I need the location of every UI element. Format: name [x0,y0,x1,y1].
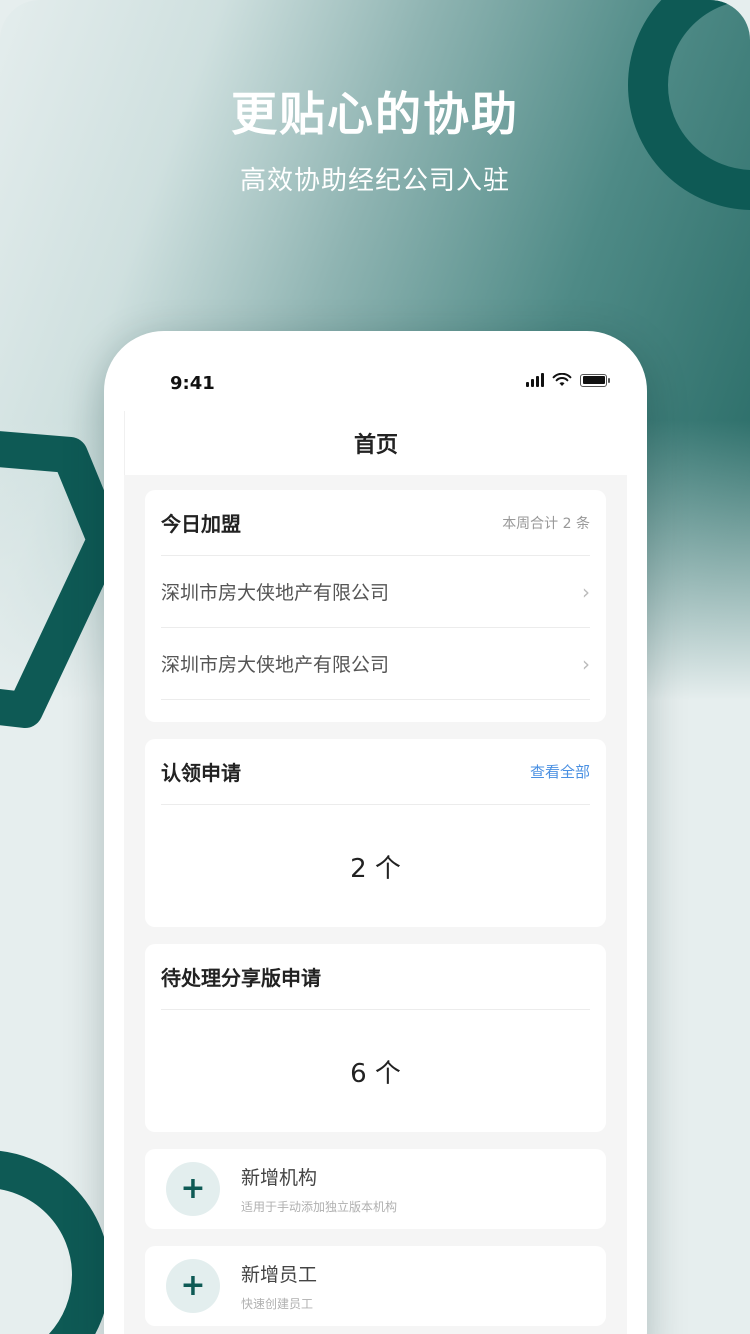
claim-requests-title: 认领申请 [161,761,241,785]
promo-subtitle: 高效协助经纪公司入驻 [239,166,510,196]
view-all-link[interactable]: 查看全部 [530,761,590,782]
status-bar: 9:41 [104,331,647,411]
pending-share-card: 待处理分享版申请 6 个 [145,944,606,1132]
add-employee-desc: 快速创建员工 [241,1297,314,1311]
add-employee-button[interactable]: + 新增员工 快速创建员工 [145,1246,606,1326]
chevron-right-icon: › [582,651,590,676]
decorative-ring-bottom [0,1150,110,1334]
claim-requests-count[interactable]: 2 个 [161,805,590,927]
today-join-title: 今日加盟 [161,512,241,536]
claim-requests-card: 认领申请 查看全部 2 个 [145,739,606,927]
signal-icon [526,373,544,387]
today-join-card: 今日加盟 本周合计 2 条 深圳市房大侠地产有限公司 › 深圳市房大侠地产有限公… [145,490,606,722]
battery-icon [580,373,610,387]
phone-mockup: 9:41 首页 今日加盟 本周合计 2 条 深圳市房大侠地产有限公司 › 深圳市… [104,331,647,1334]
page-title: 首页 [353,433,398,458]
pending-share-count[interactable]: 6 个 [161,1010,590,1132]
today-join-header: 今日加盟 本周合计 2 条 [161,490,590,556]
weekly-total: 本周合计 2 条 [502,515,590,532]
claim-requests-header: 认领申请 查看全部 [161,739,590,805]
nav-bar: 首页 [124,411,627,475]
promo-canvas: 更贴心的协助 高效协助经纪公司入驻 9:41 首页 今日加盟 本周合计 2 条 … [0,0,750,1334]
decorative-hexagon [0,431,110,728]
pending-share-header: 待处理分享版申请 [161,944,590,1010]
promo-title: 更贴心的协助 [231,87,519,141]
status-icons [526,373,610,387]
status-time: 9:41 [170,373,215,394]
add-agency-button[interactable]: + 新增机构 适用于手动添加独立版本机构 [145,1149,606,1229]
add-employee-title: 新增员工 [241,1264,318,1286]
company-name: 深圳市房大侠地产有限公司 [161,582,390,604]
list-item[interactable]: 深圳市房大侠地产有限公司 › [161,556,590,628]
chevron-right-icon: › [582,579,590,604]
plus-icon: + [166,1162,220,1216]
main-content: 今日加盟 本周合计 2 条 深圳市房大侠地产有限公司 › 深圳市房大侠地产有限公… [124,475,627,1334]
add-agency-text: 新增机构 适用于手动添加独立版本机构 [241,1163,397,1215]
company-name: 深圳市房大侠地产有限公司 [161,654,390,676]
add-employee-text: 新增员工 快速创建员工 [241,1260,317,1312]
add-agency-title: 新增机构 [241,1167,318,1189]
pending-share-title: 待处理分享版申请 [161,966,321,990]
wifi-icon [552,373,572,386]
plus-icon: + [166,1259,220,1313]
list-item[interactable]: 深圳市房大侠地产有限公司 › [161,628,590,700]
add-agency-desc: 适用于手动添加独立版本机构 [241,1200,398,1214]
